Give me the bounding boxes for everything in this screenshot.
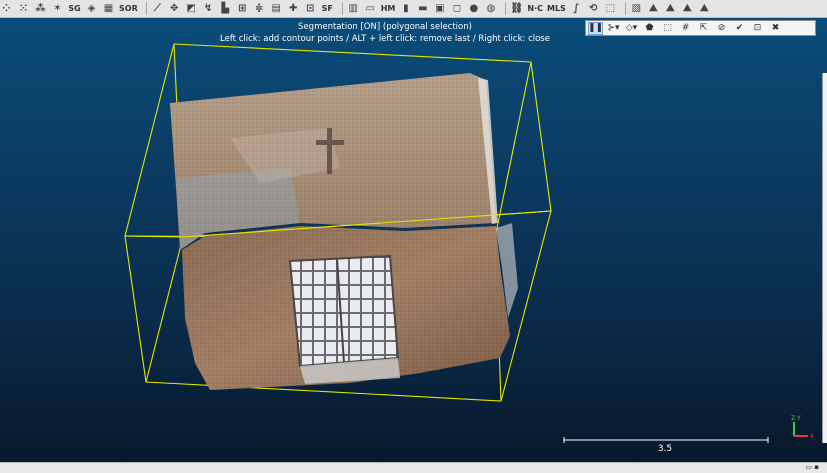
export-section-icon[interactable]: ⇱: [696, 22, 711, 35]
axis-trihedron: Z Y X: [791, 415, 814, 440]
sf-icon[interactable]: SF: [321, 1, 334, 16]
plane-icon[interactable]: ↯: [202, 1, 215, 16]
reset-icon[interactable]: ⊘: [714, 22, 729, 35]
segmentation-instructions: Left click: add contour points / ALT + l…: [220, 34, 550, 44]
main-toolbar: ⁘ ⁙ ⁂ ✶ SG ◈ ▦ SOR ⟋ ✥ ◩ ↯ ▙ ⊞ ≑ ▤ ✚ ⊡ SF ▥ ▭ HM ▮ ▬ ▣ ◻ ● ◍ ⛓ N·C MLS…: [0, 0, 827, 18]
resample-icon[interactable]: ⁙: [17, 1, 30, 16]
measure-icon[interactable]: ⟋: [151, 1, 164, 16]
rotate-icon[interactable]: ⟲: [587, 1, 600, 16]
cancel-icon[interactable]: ✖: [768, 22, 783, 35]
hm-icon[interactable]: HM: [381, 1, 396, 16]
sampling-icon[interactable]: ⊡: [304, 1, 317, 16]
link-icon[interactable]: ⛓: [510, 1, 524, 16]
confirm-delete-icon[interactable]: ⊡: [750, 22, 765, 35]
segmentation-title: Segmentation [ON] (polygonal selection): [298, 22, 472, 32]
segment-icon[interactable]: ⬚: [604, 1, 617, 16]
mountain-4-icon[interactable]: ⛰: [698, 1, 711, 16]
sor-icon[interactable]: SOR: [119, 1, 138, 16]
polygon-dropdown-icon[interactable]: ◇▾: [624, 22, 639, 35]
toolbar-separator: [341, 2, 343, 15]
fill-icon[interactable]: ◈: [85, 1, 98, 16]
toolbar-separator: [505, 2, 507, 15]
dock-controls-icon[interactable]: ▭ ▪: [805, 463, 819, 471]
polyline-selection-icon[interactable]: ⊱▾: [606, 22, 621, 35]
delete-icon[interactable]: ▬: [416, 1, 429, 16]
sphere-icon[interactable]: ●: [467, 1, 480, 16]
layers-icon[interactable]: ▤: [270, 1, 283, 16]
svg-text:X: X: [810, 433, 814, 440]
mountain-3-icon[interactable]: ⛰: [681, 1, 694, 16]
clean-icon[interactable]: ✶: [51, 1, 64, 16]
mountain-1-icon[interactable]: ⛰: [647, 1, 660, 16]
histogram-icon[interactable]: ▙: [219, 1, 232, 16]
scale-label: 3.5: [657, 444, 673, 454]
box-icon[interactable]: ▣: [433, 1, 446, 16]
cloud-compare-icon[interactable]: ⊞: [236, 1, 249, 16]
segmentation-toolbar: ❚❚ ⊱▾ ◇▾ ⬟ ⬚ # ⇱ ⊘ ✔ ⊡ ✖: [585, 20, 816, 36]
wave-icon[interactable]: ∫: [570, 1, 583, 16]
pause-icon[interactable]: ❚❚: [588, 21, 603, 35]
export-icon[interactable]: #: [678, 22, 693, 35]
point-cloud-scene[interactable]: Z Y X: [0, 18, 827, 462]
segment-out-icon[interactable]: ⬚: [660, 22, 675, 35]
3d-viewport[interactable]: Z Y X Segmentation [ON] (polygonal selec…: [0, 18, 827, 462]
mesh-icon[interactable]: ◩: [185, 1, 198, 16]
toolbar-separator: [145, 2, 147, 15]
toolbar-separator: [624, 2, 626, 15]
add-icon[interactable]: ✚: [287, 1, 300, 16]
point-cloud-building: [170, 73, 518, 390]
table-icon[interactable]: ▥: [347, 1, 360, 16]
filter-icon[interactable]: ▭: [364, 1, 377, 16]
segment-in-icon[interactable]: ⬟: [642, 22, 657, 35]
sor-small-icon[interactable]: SG: [68, 1, 81, 16]
confirm-icon[interactable]: ✔: [732, 22, 747, 35]
align-icon[interactable]: ≑: [253, 1, 266, 16]
subsample-icon[interactable]: ⁘: [0, 1, 13, 16]
svg-text:Z Y: Z Y: [791, 415, 801, 422]
noise-filter-icon[interactable]: ⁂: [34, 1, 47, 16]
move-icon[interactable]: ✥: [168, 1, 181, 16]
mountain-2-icon[interactable]: ⛰: [664, 1, 677, 16]
grid-icon[interactable]: ▦: [102, 1, 115, 16]
window-frame: [288, 254, 400, 384]
right-panel-edge[interactable]: [822, 73, 827, 443]
colors-icon[interactable]: ▧: [630, 1, 643, 16]
square-icon[interactable]: ◻: [450, 1, 463, 16]
bar-chart-icon[interactable]: ▮: [399, 1, 412, 16]
m3c2-icon[interactable]: N·C: [527, 1, 543, 16]
globe-icon[interactable]: ◍: [484, 1, 497, 16]
mls-icon[interactable]: MLS: [547, 1, 566, 16]
status-bar: ▭ ▪: [0, 462, 827, 473]
scale-bar: [563, 437, 769, 443]
